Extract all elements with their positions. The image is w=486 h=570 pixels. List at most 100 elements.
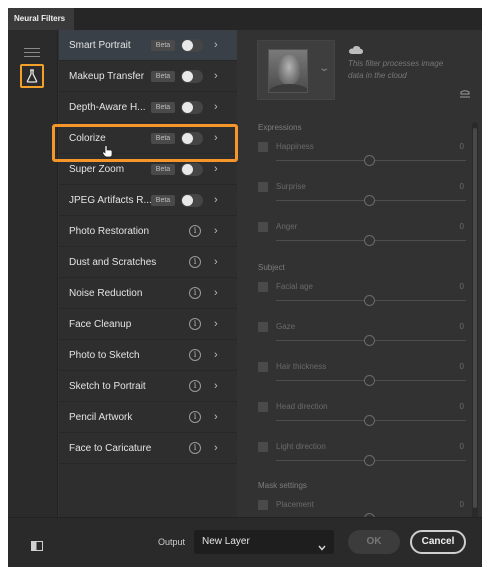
filter-item-jpeg-artifacts-removal[interactable]: JPEG Artifacts R... Beta › [59,185,237,216]
param-slider-knob[interactable] [364,375,375,386]
filter-item-photo-restoration[interactable]: Photo Restoration i › [59,216,237,247]
param-value: 0 [459,182,464,191]
filter-item-sketch-to-portrait[interactable]: Sketch to Portrait i › [59,371,237,402]
info-icon[interactable]: i [189,442,201,454]
output-select[interactable]: New Layer [194,530,334,554]
preview-toggle-icon[interactable] [31,538,43,556]
filter-name: Colorize [69,133,106,144]
param-label: Happiness [276,142,314,151]
chevron-right-icon[interactable]: › [214,216,218,247]
filter-item-face-to-caricature[interactable]: Face to Caricature i › [59,433,237,464]
reset-icon[interactable] [458,86,472,104]
beta-badge: Beta [151,40,175,51]
param-slider-knob[interactable] [364,455,375,466]
filter-item-pencil-artwork[interactable]: Pencil Artwork i › [59,402,237,433]
filter-name: Noise Reduction [69,288,143,299]
beta-badge: Beta [151,71,175,82]
param-label: Hair thickness [276,362,327,371]
param-checkbox[interactable] [258,182,268,192]
param-value: 0 [459,222,464,231]
param-surprise: Surprise 0 [258,180,466,212]
param-value: 0 [459,322,464,331]
filter-toggle[interactable] [181,132,203,145]
filter-item-dust-and-scratches[interactable]: Dust and Scratches i › [59,247,237,278]
param-checkbox[interactable] [258,142,268,152]
filter-name: Makeup Transfer [69,71,145,82]
filter-name: Face Cleanup [69,319,132,330]
chevron-right-icon[interactable]: › [214,92,218,123]
chevron-right-icon[interactable]: › [214,278,218,309]
chevron-right-icon[interactable]: › [214,123,218,154]
param-facial-age: Facial age 0 [258,280,466,312]
chevron-right-icon[interactable]: › [214,154,218,185]
chevron-right-icon[interactable]: › [214,402,218,433]
chevron-right-icon[interactable]: › [214,30,218,61]
param-hair-thickness: Hair thickness 0 [258,360,466,392]
info-icon[interactable]: i [189,225,201,237]
param-checkbox[interactable] [258,322,268,332]
chevron-right-icon[interactable]: › [214,185,218,216]
chevron-right-icon[interactable]: › [214,247,218,278]
beta-badge: Beta [151,164,175,175]
param-slider-knob[interactable] [364,295,375,306]
tool-strip [8,30,58,517]
filter-toggle[interactable] [181,101,203,114]
param-value: 0 [459,442,464,451]
param-slider-knob[interactable] [364,235,375,246]
filter-item-smart-portrait[interactable]: Smart Portrait Beta › [59,30,237,61]
param-slider-knob[interactable] [364,195,375,206]
filter-name: Face to Caricature [69,443,152,454]
param-checkbox[interactable] [258,362,268,372]
info-icon[interactable]: i [189,411,201,423]
filter-item-photo-to-sketch[interactable]: Photo to Sketch i › [59,340,237,371]
param-checkbox[interactable] [258,222,268,232]
chevron-right-icon[interactable]: › [214,433,218,464]
param-checkbox[interactable] [258,442,268,452]
filter-item-noise-reduction[interactable]: Noise Reduction i › [59,278,237,309]
ok-button[interactable]: OK [348,530,400,554]
param-checkbox[interactable] [258,402,268,412]
param-slider-knob[interactable] [364,415,375,426]
info-icon[interactable]: i [189,318,201,330]
info-icon[interactable]: i [189,287,201,299]
filter-toggle[interactable] [181,163,203,176]
beta-badge: Beta [151,195,175,206]
param-checkbox[interactable] [258,282,268,292]
info-icon[interactable]: i [189,380,201,392]
filter-item-face-cleanup[interactable]: Face Cleanup i › [59,309,237,340]
info-icon[interactable]: i [189,256,201,268]
filter-name: Smart Portrait [69,40,131,51]
filter-toggle[interactable] [181,70,203,83]
filter-toggle[interactable] [181,39,203,52]
param-slider-knob[interactable] [364,335,375,346]
sliders-icon[interactable] [24,45,40,59]
filter-toggle[interactable] [181,194,203,207]
chevron-down-icon[interactable]: ⌄ [318,63,330,74]
section-subject: Subject [258,263,285,272]
info-icon[interactable]: i [189,349,201,361]
cloud-processing-note: This filter processes image data in the … [348,59,444,80]
filter-item-colorize[interactable]: Colorize Beta › [59,123,237,154]
chevron-right-icon[interactable]: › [214,371,218,402]
chevron-down-icon [318,538,326,556]
param-checkbox[interactable] [258,500,268,510]
filter-item-depth-aware-haze[interactable]: Depth-Aware H... Beta › [59,92,237,123]
filter-item-super-zoom[interactable]: Super Zoom Beta › [59,154,237,185]
filter-settings-panel: ⌄ This filter processes image data in th… [244,30,482,524]
chevron-right-icon[interactable]: › [214,61,218,92]
filter-name: Sketch to Portrait [69,381,146,392]
filter-item-makeup-transfer[interactable]: Makeup Transfer Beta › [59,61,237,92]
settings-scrollbar-thumb[interactable] [473,128,477,508]
flask-icon[interactable] [20,64,44,88]
cancel-button[interactable]: Cancel [410,530,466,554]
tab-neural-filters[interactable]: Neural Filters [8,8,74,30]
param-label: Head direction [276,402,328,411]
chevron-right-icon[interactable]: › [214,340,218,371]
neural-filters-window: Neural Filters Smart Portrait Beta › Mak… [8,8,482,567]
param-value: 0 [459,142,464,151]
reference-image-picker[interactable]: ⌄ [257,40,335,100]
param-label: Anger [276,222,298,231]
chevron-right-icon[interactable]: › [214,309,218,340]
portrait-thumbnail [268,49,308,93]
param-slider-knob[interactable] [364,155,375,166]
